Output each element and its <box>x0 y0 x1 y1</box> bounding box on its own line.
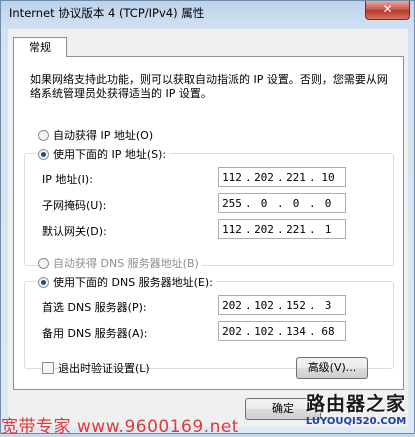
ip-address-input[interactable]: 112. 202. 221. 10 <box>218 167 346 187</box>
watermark-right: 路由器之家 LUYOUQI520.COM <box>300 389 412 433</box>
radio-manual-dns-label: 使用下面的 DNS 服务器地址(E): <box>53 276 213 289</box>
radio-auto-dns-circle[interactable] <box>38 257 49 269</box>
octet: 255 <box>222 196 242 210</box>
preferred-dns-label: 首选 DNS 服务器(P): <box>42 301 147 314</box>
octet: 68 <box>321 324 335 338</box>
title-bar[interactable]: Internet 协议版本 4 (TCP/IPv4) 属性 ✕ <box>1 1 414 23</box>
dialog-client-area: 常规 如果网络支持此功能，则可以获取自动指派的 IP 设置。否则，您需要从网络系… <box>8 29 408 427</box>
advanced-button[interactable]: 高级(V)... <box>296 357 368 379</box>
octet: 112 <box>222 170 242 184</box>
octet: 0 <box>292 196 300 210</box>
close-icon: ✕ <box>382 2 393 16</box>
ip-address-label: IP 地址(I): <box>42 173 93 186</box>
octet: 202 <box>222 298 242 312</box>
window-title: Internet 协议版本 4 (TCP/IPv4) 属性 <box>9 6 205 20</box>
radio-auto-ip[interactable]: 自动获得 IP 地址(O) <box>38 128 157 142</box>
alternate-dns-input[interactable]: 202. 102. 134. 68 <box>218 321 346 341</box>
octet: 112 <box>222 222 242 236</box>
watermark-left: 宽带专家 www.9600169.net <box>1 417 239 437</box>
validate-settings-label: 退出时验证设置(L) <box>58 362 150 375</box>
validate-settings-box[interactable] <box>42 362 54 374</box>
octet: 152 <box>286 298 306 312</box>
radio-manual-dns-circle[interactable] <box>38 276 49 288</box>
preferred-dns-input[interactable]: 202. 102. 152. 3 <box>218 295 346 315</box>
watermark-right-title: 路由器之家 <box>305 393 406 415</box>
radio-manual-ip-label: 使用下面的 IP 地址(S): <box>53 148 167 161</box>
general-tab-panel: 如果网络支持此功能，则可以获取自动指派的 IP 设置。否则，您需要从网络系统管理… <box>13 56 404 390</box>
octet: 102 <box>254 298 274 312</box>
octet: 202 <box>254 170 274 184</box>
radio-manual-dns[interactable]: 使用下面的 DNS 服务器地址(E): <box>38 275 216 289</box>
octet: 1 <box>324 222 332 236</box>
radio-auto-dns-label: 自动获得 DNS 服务器地址(B) <box>53 257 199 270</box>
radio-manual-ip-circle[interactable] <box>38 148 49 160</box>
octet: 202 <box>222 324 242 338</box>
octet: 202 <box>254 222 274 236</box>
radio-auto-ip-circle[interactable] <box>38 129 49 141</box>
octet: 10 <box>321 170 335 184</box>
description-text: 如果网络支持此功能，则可以获取自动指派的 IP 设置。否则，您需要从网络系统管理… <box>30 73 388 100</box>
tab-general[interactable]: 常规 <box>13 37 67 57</box>
validate-settings-checkbox[interactable]: 退出时验证设置(L) <box>42 360 150 376</box>
subnet-mask-label: 子网掩码(U): <box>42 199 107 212</box>
watermark-right-url: LUYOUQI520.COM <box>305 416 407 427</box>
octet: 102 <box>254 324 274 338</box>
alternate-dns-label: 备用 DNS 服务器(A): <box>42 327 148 340</box>
properties-dialog: Internet 协议版本 4 (TCP/IPv4) 属性 ✕ 常规 如果网络支… <box>0 0 415 437</box>
default-gateway-label: 默认网关(D): <box>42 225 107 238</box>
subnet-mask-input[interactable]: 255. 0. 0. 0 <box>218 193 346 213</box>
octet: 221 <box>286 222 306 236</box>
close-button[interactable]: ✕ <box>365 1 410 20</box>
default-gateway-input[interactable]: 112. 202. 221. 1 <box>218 219 346 239</box>
radio-auto-ip-label: 自动获得 IP 地址(O) <box>53 129 154 142</box>
octet: 3 <box>324 298 332 312</box>
octet: 221 <box>286 170 306 184</box>
octet: 0 <box>324 196 332 210</box>
radio-auto-dns[interactable]: 自动获得 DNS 服务器地址(B) <box>38 256 202 270</box>
octet: 0 <box>260 196 268 210</box>
radio-manual-ip[interactable]: 使用下面的 IP 地址(S): <box>38 147 170 161</box>
octet: 134 <box>286 324 306 338</box>
